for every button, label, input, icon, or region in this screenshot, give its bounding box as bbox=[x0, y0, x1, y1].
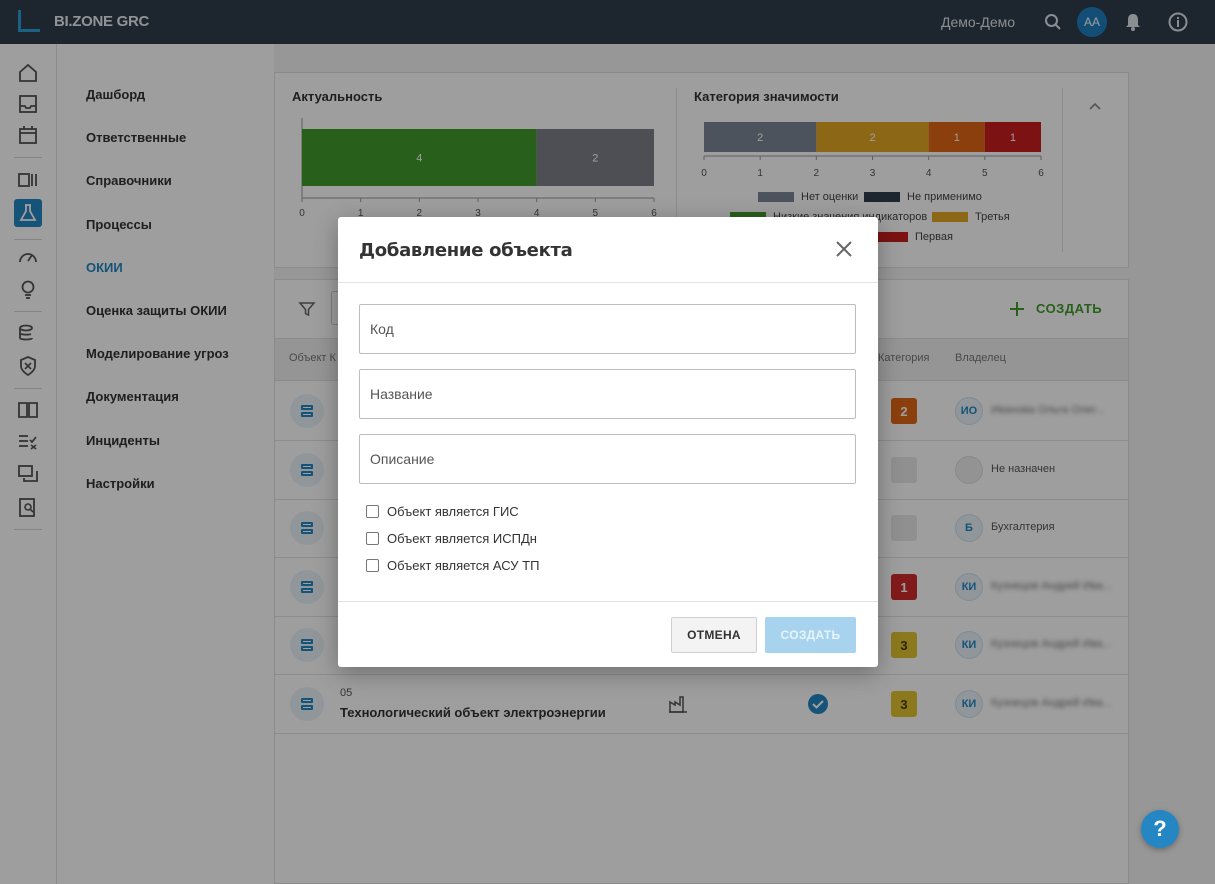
gis-checkbox-row[interactable]: Объект является ГИС bbox=[366, 504, 519, 519]
dialog-title: Добавление объекта bbox=[359, 240, 573, 261]
create-button[interactable]: СОЗДАТЬ bbox=[765, 617, 856, 653]
help-button[interactable]: ? bbox=[1141, 810, 1179, 848]
ispdn-checkbox-row[interactable]: Объект является ИСПДн bbox=[366, 531, 537, 546]
close-icon[interactable] bbox=[832, 237, 856, 261]
asutp-checkbox[interactable] bbox=[366, 559, 379, 572]
gis-checkbox-label[interactable]: Объект является ГИС bbox=[387, 504, 519, 519]
ispdn-checkbox[interactable] bbox=[366, 532, 379, 545]
add-object-dialog: Добавление объекта Объект является ГИС О… bbox=[338, 217, 878, 667]
asutp-checkbox-label[interactable]: Объект является АСУ ТП bbox=[387, 558, 539, 573]
code-field[interactable] bbox=[359, 304, 856, 354]
description-field[interactable] bbox=[359, 434, 856, 484]
name-field[interactable] bbox=[359, 369, 856, 419]
ispdn-checkbox-label[interactable]: Объект является ИСПДн bbox=[387, 531, 537, 546]
gis-checkbox[interactable] bbox=[366, 505, 379, 518]
asutp-checkbox-row[interactable]: Объект является АСУ ТП bbox=[366, 558, 539, 573]
cancel-button[interactable]: ОТМЕНА bbox=[671, 617, 757, 653]
